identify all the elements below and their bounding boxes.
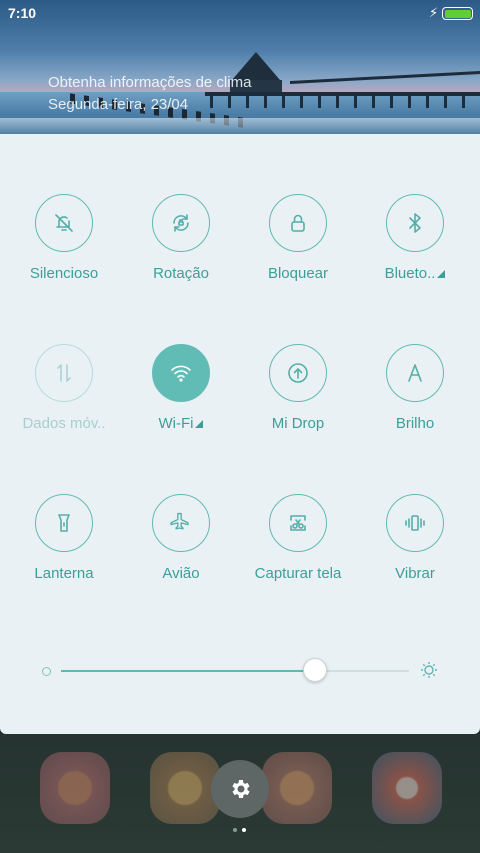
tile-label: Avião <box>121 565 241 582</box>
tile-rotation-lock[interactable]: Rotação <box>121 194 241 282</box>
tile-vibrate[interactable]: Vibrar <box>355 494 475 582</box>
battery-icon <box>442 7 473 20</box>
tile-mobile-data[interactable]: Dados móv.. <box>4 344 124 432</box>
tile-label: Blueto.. <box>355 265 475 282</box>
tile-label: Lanterna <box>4 565 124 582</box>
gear-icon <box>232 780 250 798</box>
screenshot-icon <box>290 515 306 531</box>
tile-auto-brightness[interactable]: Brilho <box>355 344 475 432</box>
tile-label: Mi Drop <box>238 415 358 432</box>
tile-label-text: Rotação <box>153 265 209 282</box>
mi-drop-icon <box>288 363 308 383</box>
brightness-slider-thumb[interactable] <box>303 658 328 682</box>
lock-icon <box>291 214 305 232</box>
tile-label-text: Lanterna <box>34 565 94 582</box>
brightness-max-icon <box>420 661 438 679</box>
tile-label: Capturar tela <box>238 565 358 582</box>
quick-settings-panel: Silencioso Rotação Bloquear Blueto.. Dados m… <box>0 134 480 734</box>
browser-app-icon[interactable] <box>372 752 442 824</box>
tile-label-text: Avião <box>162 565 200 582</box>
tile-flashlight[interactable]: Lanterna <box>4 494 124 582</box>
wifi-toggle[interactable] <box>152 344 210 402</box>
tile-bluetooth[interactable]: Blueto.. <box>355 194 475 282</box>
auto-brightness-icon <box>408 364 422 382</box>
wallpaper-pier-rail <box>290 71 480 84</box>
bluetooth-icon <box>409 213 421 233</box>
bell-off-toggle[interactable] <box>35 194 93 252</box>
mi-drop-toggle[interactable] <box>269 344 327 402</box>
tile-label: Wi-Fi <box>121 415 241 432</box>
charging-icon: ⚡ <box>429 5 439 20</box>
tile-label: Rotação <box>121 265 241 282</box>
bell-off-icon <box>55 214 73 232</box>
rotation-lock-icon <box>173 214 189 232</box>
airplane-toggle[interactable] <box>152 494 210 552</box>
tile-label: Silencioso <box>4 265 124 282</box>
tile-airplane[interactable]: Avião <box>121 494 241 582</box>
brightness-min-icon <box>42 667 51 676</box>
settings-button[interactable] <box>211 760 269 818</box>
tile-lock[interactable]: Bloquear <box>238 194 358 282</box>
weather-prompt: Obtenha informações de clima <box>48 74 252 91</box>
expand-arrow-icon[interactable] <box>195 420 204 428</box>
vibrate-icon <box>405 515 425 531</box>
tile-label: Dados móv.. <box>4 415 124 432</box>
flashlight-toggle[interactable] <box>35 494 93 552</box>
tile-label-text: Bloquear <box>267 265 329 282</box>
lock-toggle[interactable] <box>269 194 327 252</box>
tile-label-text: Silencioso <box>29 265 99 282</box>
tile-label-text: Brilho <box>395 415 435 432</box>
status-time: 7:10 <box>8 5 37 21</box>
page-indicator <box>233 828 246 832</box>
page-dot <box>233 828 237 832</box>
page-dot <box>242 828 246 832</box>
expand-arrow-icon[interactable] <box>437 270 446 278</box>
tile-bell-off[interactable]: Silencioso <box>4 194 124 282</box>
brightness-slider-track[interactable] <box>61 670 409 672</box>
tile-label-text: Dados móv.. <box>22 415 106 432</box>
tile-wifi[interactable]: Wi-Fi <box>121 344 241 432</box>
tile-label: Vibrar <box>355 565 475 582</box>
mobile-data-icon <box>57 364 71 382</box>
tile-label: Bloquear <box>238 265 358 282</box>
flashlight-icon <box>58 514 70 532</box>
auto-brightness-toggle[interactable] <box>386 344 444 402</box>
weather-info[interactable]: Obtenha informações de clima Segunda-fei… <box>48 72 251 116</box>
messages-app-icon[interactable] <box>262 752 332 824</box>
wallpaper-foam <box>0 118 480 134</box>
tile-label-text: Blueto.. <box>384 265 436 282</box>
airplane-icon <box>170 512 189 530</box>
tile-label-text: Capturar tela <box>254 565 342 582</box>
tile-label-text: Mi Drop <box>271 415 325 432</box>
rotation-lock-toggle[interactable] <box>152 194 210 252</box>
mobile-data-toggle[interactable] <box>35 344 93 402</box>
phone-app-icon[interactable] <box>40 752 110 824</box>
gallery-app-icon[interactable] <box>150 752 220 824</box>
wifi-icon <box>171 365 191 382</box>
tile-label-text: Wi-Fi <box>158 415 194 432</box>
screenshot-toggle[interactable] <box>269 494 327 552</box>
date-text: Segunda-feira, 23/04 <box>48 96 189 113</box>
tile-label: Brilho <box>355 415 475 432</box>
tile-label-text: Vibrar <box>395 565 435 582</box>
bluetooth-toggle[interactable] <box>386 194 444 252</box>
tile-screenshot[interactable]: Capturar tela <box>238 494 358 582</box>
tile-mi-drop[interactable]: Mi Drop <box>238 344 358 432</box>
vibrate-toggle[interactable] <box>386 494 444 552</box>
